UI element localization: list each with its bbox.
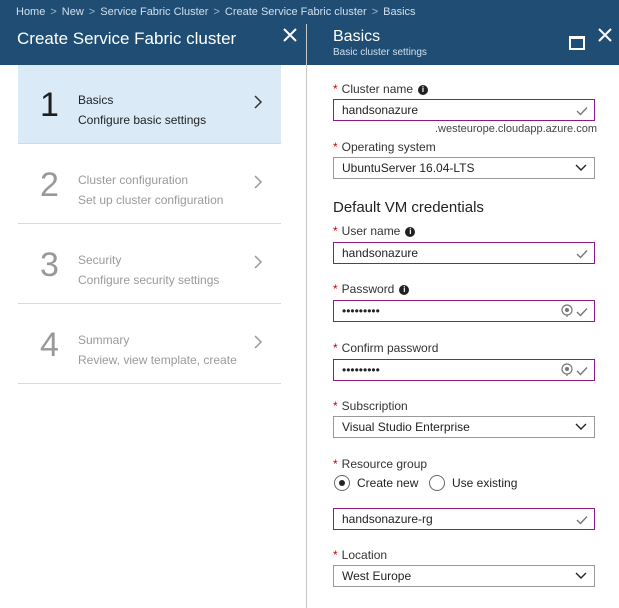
breadcrumb-separator: > [371,6,379,18]
location-select[interactable]: West Europe [333,565,595,587]
breadcrumb-separator: > [213,6,220,18]
user-name-value: handsonazure [342,246,419,260]
resource-group-input[interactable]: handsonazure-rg [333,508,595,530]
breadcrumb-separator: > [88,6,96,18]
cluster-domain-suffix: .westeurope.cloudapp.azure.com [434,123,597,135]
close-icon[interactable] [281,27,299,45]
subscription-select[interactable]: Visual Studio Enterprise [333,416,595,438]
required-mark: * [333,341,338,355]
close-icon[interactable] [596,27,614,45]
step-number: 2 [40,166,59,204]
required-mark: * [333,224,338,238]
subscription-label: * Subscription [333,399,408,413]
step-subtitle: Review, view template, create [78,353,237,367]
location-label-text: Location [341,548,388,562]
breadcrumb-create-cluster[interactable]: Create Service Fabric cluster [225,6,367,18]
required-mark: * [333,82,338,96]
right-blade-title: Basics [333,28,381,45]
subscription-value: Visual Studio Enterprise [342,420,470,434]
step-number: 4 [40,326,59,364]
chevron-right-icon [254,335,263,349]
required-mark: * [333,457,338,471]
radio-use-existing-label[interactable]: Use existing [452,476,517,490]
user-name-label-text: User name [341,224,401,238]
step-subtitle: Configure security settings [78,273,220,287]
cluster-name-input[interactable]: handsonazure [333,99,595,121]
chevron-down-icon [575,572,587,579]
password-input[interactable]: ••••••••• [333,300,595,322]
cluster-name-label: * Cluster name i [333,82,429,96]
cluster-name-value: handsonazure [342,103,419,117]
breadcrumb-new[interactable]: New [62,6,84,18]
subscription-label-text: Subscription [341,399,408,413]
chevron-right-icon [254,175,263,189]
operating-system-label: * Operating system [333,140,436,154]
chevron-down-icon [575,164,587,171]
radio-create-new-label[interactable]: Create new [357,476,418,490]
step-basics[interactable]: 1 Basics Configure basic settings [18,65,281,144]
breadcrumb: Home > New > Service Fabric Cluster > Create S… [0,0,619,24]
step-subtitle: Configure basic settings [78,113,207,127]
eye-icon[interactable] [560,304,574,318]
confirm-password-input[interactable]: ••••••••• [333,359,595,381]
breadcrumb-separator: > [50,6,57,18]
check-icon [576,516,588,525]
check-icon [576,107,588,116]
step-title: Cluster configuration [78,173,189,187]
user-name-label: * User name i [333,224,416,238]
radio-use-existing[interactable] [429,475,445,491]
step-security[interactable]: 3 Security Configure security settings [18,225,281,304]
maximize-icon[interactable] [569,36,585,50]
radio-create-new[interactable] [334,475,350,491]
password-label: * Password i [333,282,410,296]
password-value: ••••••••• [342,304,380,318]
required-mark: * [333,140,338,154]
step-title: Security [78,253,122,267]
step-subtitle: Set up cluster configuration [78,193,224,207]
location-value: West Europe [342,569,412,583]
confirm-password-value: ••••••••• [342,363,380,377]
chevron-right-icon [254,255,263,269]
required-mark: * [333,282,338,296]
breadcrumb-home[interactable]: Home [16,6,45,18]
location-label: * Location [333,548,387,562]
info-icon[interactable]: i [418,85,429,95]
create-cluster-blade: Create Service Fabric cluster 1 Basics C… [0,24,306,608]
right-blade-subtitle: Basic cluster settings [333,47,427,58]
required-mark: * [333,399,338,413]
basics-blade: Basics Basic cluster settings * Cluster n… [307,24,619,608]
step-number: 1 [40,86,59,124]
confirm-password-label: * Confirm password [333,341,438,355]
breadcrumb-basics[interactable]: Basics [383,6,415,18]
step-summary[interactable]: 4 Summary Review, view template, create [18,305,281,384]
left-blade-header: Create Service Fabric cluster [0,24,306,65]
resource-group-label: * Resource group [333,457,427,471]
step-title: Basics [78,93,114,107]
password-label-text: Password [341,282,395,296]
breadcrumb-service-fabric-cluster[interactable]: Service Fabric Cluster [100,6,208,18]
resource-group-label-text: Resource group [341,457,428,471]
left-blade-title: Create Service Fabric cluster [17,29,237,48]
resource-group-value: handsonazure-rg [342,512,433,526]
operating-system-label-text: Operating system [341,140,436,154]
check-icon [576,367,588,376]
right-blade-header: Basics Basic cluster settings [307,24,619,65]
vm-credentials-heading: Default VM credentials [333,199,484,216]
operating-system-value: UbuntuServer 16.04-LTS [342,161,475,175]
required-mark: * [333,548,338,562]
user-name-input[interactable]: handsonazure [333,242,595,264]
info-icon[interactable]: i [405,227,416,237]
chevron-down-icon [575,423,587,430]
operating-system-select[interactable]: UbuntuServer 16.04-LTS [333,157,595,179]
check-icon [576,250,588,259]
confirm-password-label-text: Confirm password [341,341,439,355]
step-number: 3 [40,246,59,284]
cluster-name-label-text: Cluster name [341,82,414,96]
chevron-right-icon [254,95,263,109]
step-title: Summary [78,333,130,347]
info-icon[interactable]: i [399,285,410,295]
step-cluster-configuration[interactable]: 2 Cluster configuration Set up cluster c… [18,145,281,224]
check-icon [576,308,588,317]
eye-icon[interactable] [560,363,574,377]
